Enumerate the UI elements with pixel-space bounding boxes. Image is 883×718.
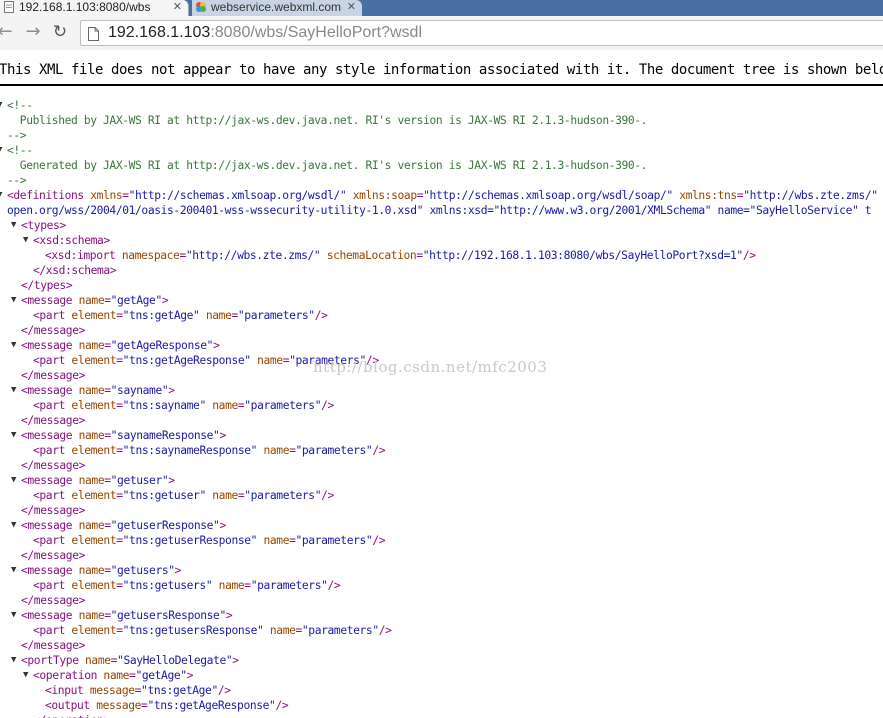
- xml-line: <output message="tns:getAgeResponse"/>: [45, 699, 289, 712]
- close-tab-icon[interactable]: ✕: [173, 0, 182, 14]
- watermark: http://blog.csdn.net/mfc2003: [313, 358, 548, 376]
- xml-line: <message name="getAge">: [21, 294, 169, 307]
- xml-line: <part element="tns:saynameResponse" name…: [33, 444, 386, 457]
- xml-line: <part element="tns:sayname" name="parame…: [33, 399, 334, 412]
- xml-line: <portType name="SayHelloDelegate">: [21, 654, 239, 667]
- collapse-toggle-icon[interactable]: ▼: [11, 653, 20, 668]
- back-arrow-icon[interactable]: ←: [0, 21, 16, 43]
- xml-info-bar: This XML file does not appear to have an…: [0, 50, 883, 86]
- collapse-toggle-icon[interactable]: ▼: [11, 473, 20, 488]
- address-bar[interactable]: 192.168.1.103:8080/wbs/SayHelloPort?wsdl: [80, 20, 883, 46]
- collapse-toggle-icon[interactable]: ▼: [23, 233, 32, 248]
- xml-line: </xsd:schema>: [33, 264, 117, 277]
- collapse-toggle-icon[interactable]: ▼: [11, 608, 20, 623]
- xml-line: <xsd:schema>: [33, 234, 110, 247]
- tab-title: webservice.webxml.com: [211, 0, 342, 14]
- url-host: 192.168.1.103: [108, 24, 211, 41]
- collapse-toggle-icon[interactable]: ▼: [11, 563, 20, 578]
- collapse-toggle-icon[interactable]: ▼: [11, 428, 20, 443]
- collapse-toggle-icon[interactable]: ▼: [11, 518, 20, 533]
- xml-line: <message name="getuserResponse">: [21, 519, 226, 532]
- colorful-favicon-icon: [195, 1, 207, 13]
- collapse-toggle-icon[interactable]: ▼: [11, 383, 20, 398]
- collapse-toggle-icon[interactable]: ▼: [0, 188, 6, 203]
- xml-line: <part element="tns:getusers" name="param…: [33, 579, 341, 592]
- close-tab-icon[interactable]: ✕: [347, 0, 356, 14]
- xml-info-text: This XML file does not appear to have an…: [0, 62, 883, 78]
- xml-line: <operation name="getAge">: [33, 669, 194, 682]
- collapse-toggle-icon[interactable]: ▼: [11, 218, 20, 233]
- xml-line: </message>: [21, 459, 86, 472]
- collapse-toggle-icon[interactable]: ▼: [23, 668, 32, 683]
- xml-line: <message name="getuser">: [21, 474, 175, 487]
- xml-line: <part element="tns:getuserResponse" name…: [33, 534, 386, 547]
- xml-line: -->: [7, 174, 27, 187]
- xml-line: <message name="getusersResponse">: [21, 609, 233, 622]
- xml-line: </types>: [21, 279, 73, 292]
- xml-line: <input message="tns:getAge"/>: [45, 684, 231, 697]
- xml-line: <message name="saynameResponse">: [21, 429, 226, 442]
- xml-line: </message>: [21, 414, 86, 427]
- xml-line: <part element="tns:getuser" name="parame…: [33, 489, 334, 502]
- xml-line: <part element="tns:getAge" name="paramet…: [33, 309, 328, 322]
- xml-line: <message name="sayname">: [21, 384, 175, 397]
- xml-line: </message>: [21, 594, 86, 607]
- xml-line: -->: [7, 129, 27, 142]
- xml-line: <!--: [7, 99, 33, 112]
- xml-line: <definitions xmlns="http://schemas.xmlso…: [7, 189, 878, 202]
- tab-strip: 192.168.1.103:8080/wbs ✕ webservice.webx…: [0, 0, 883, 16]
- xml-line: open.org/wss/2004/01/oasis-200401-wss-ws…: [7, 204, 872, 217]
- xml-line: </message>: [21, 639, 86, 652]
- xml-line: <!--: [7, 144, 33, 157]
- collapse-toggle-icon[interactable]: ▼: [11, 293, 20, 308]
- collapse-toggle-icon[interactable]: ▼: [11, 338, 20, 353]
- xml-line: </message>: [21, 369, 86, 382]
- collapse-toggle-icon[interactable]: ▼: [0, 98, 6, 113]
- collapse-toggle-icon[interactable]: ▼: [0, 143, 6, 158]
- xml-line: <types>: [21, 219, 66, 232]
- page-icon: [88, 26, 99, 41]
- xml-line: </message>: [21, 504, 86, 517]
- xml-line: Generated by JAX-WS RI at http://jax-ws.…: [7, 159, 648, 172]
- tab-title: 192.168.1.103:8080/wbs: [19, 0, 151, 14]
- xml-line: <message name="getAgeResponse">: [21, 339, 220, 352]
- reload-icon[interactable]: ↻: [49, 21, 71, 43]
- xml-document-tree: ▼<!-- Published by JAX-WS RI at http://j…: [0, 98, 883, 718]
- tab-inactive[interactable]: webservice.webxml.com ✕: [192, 0, 362, 16]
- tab-active[interactable]: 192.168.1.103:8080/wbs ✕: [0, 0, 189, 16]
- xml-line: Published by JAX-WS RI at http://jax-ws.…: [7, 114, 648, 127]
- xml-line: <part element="tns:getusersResponse" nam…: [33, 624, 392, 637]
- page-icon: [3, 1, 15, 13]
- forward-arrow-icon[interactable]: →: [22, 21, 44, 43]
- url-text[interactable]: 192.168.1.103:8080/wbs/SayHelloPort?wsdl: [108, 22, 422, 44]
- xml-line: </message>: [21, 324, 86, 337]
- xml-line: <message name="getusers">: [21, 564, 182, 577]
- xml-line: </operation>: [33, 713, 110, 718]
- xml-line: </message>: [21, 549, 86, 562]
- browser-toolbar: ← → ↻ 192.168.1.103:8080/wbs/SayHelloPor…: [0, 16, 883, 50]
- url-path: :8080/wbs/SayHelloPort?wsdl: [210, 24, 422, 41]
- xml-line: <xsd:import namespace="http://wbs.zte.zm…: [45, 249, 756, 262]
